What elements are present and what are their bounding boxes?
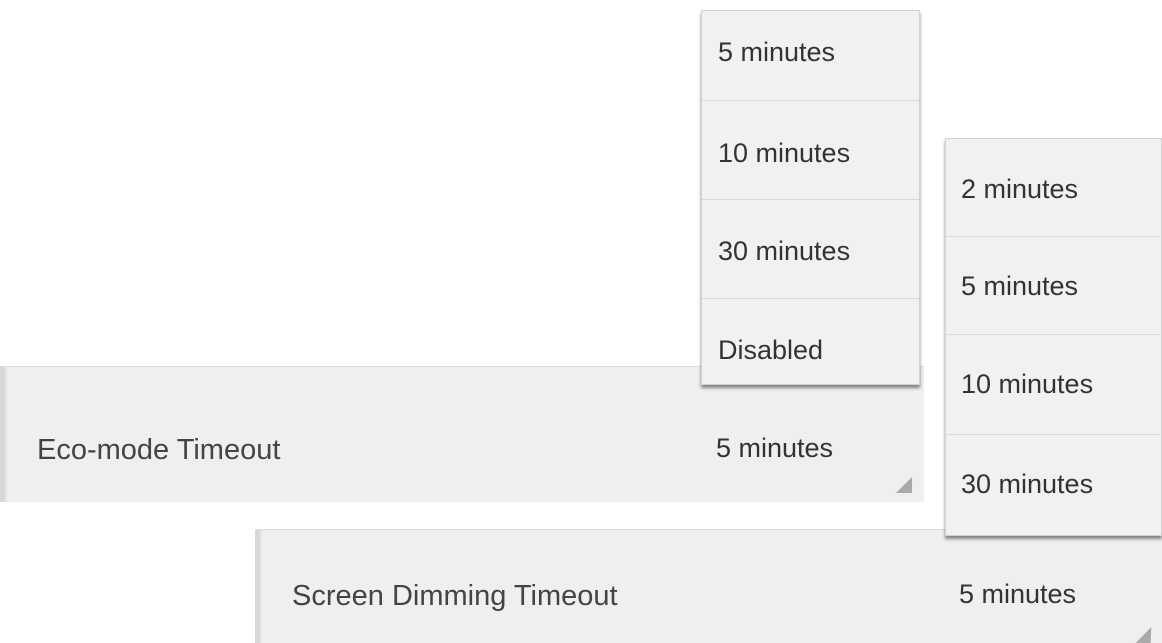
row-edge bbox=[5, 367, 7, 502]
eco-mode-option-disabled[interactable]: Disabled bbox=[702, 299, 919, 385]
option-label: 2 minutes bbox=[961, 174, 1079, 204]
screen-dimming-timeout-row[interactable]: Screen Dimming Timeout 5 minutes bbox=[255, 529, 1162, 643]
screen-dimming-timeout-label: Screen Dimming Timeout bbox=[292, 580, 618, 612]
screen-dimming-option-2-minutes[interactable]: 2 minutes bbox=[946, 139, 1161, 237]
row-edge bbox=[260, 530, 262, 643]
eco-mode-timeout-label: Eco-mode Timeout bbox=[37, 434, 281, 466]
eco-mode-option-10-minutes[interactable]: 10 minutes bbox=[702, 101, 919, 200]
eco-mode-timeout-row[interactable]: Eco-mode Timeout 5 minutes bbox=[0, 366, 924, 502]
option-label: Disabled bbox=[718, 335, 824, 365]
eco-mode-timeout-dropdown[interactable]: 5 minutes 10 minutes 30 minutes Disabled bbox=[701, 10, 920, 385]
settings-stage: Eco-mode Timeout 5 minutes Screen Dimmin… bbox=[0, 0, 1162, 643]
eco-mode-option-30-minutes[interactable]: 30 minutes bbox=[702, 200, 919, 299]
option-label: 5 minutes bbox=[718, 37, 836, 67]
screen-dimming-timeout-dropdown[interactable]: 2 minutes 5 minutes 10 minutes 30 minute… bbox=[945, 138, 1162, 536]
option-label: 5 minutes bbox=[961, 271, 1079, 301]
screen-dimming-option-30-minutes[interactable]: 30 minutes bbox=[946, 435, 1161, 535]
screen-dimming-option-5-minutes[interactable]: 5 minutes bbox=[946, 237, 1161, 335]
eco-mode-option-5-minutes[interactable]: 5 minutes bbox=[702, 11, 919, 101]
screen-dimming-timeout-value[interactable]: 5 minutes bbox=[959, 579, 1076, 610]
option-label: 30 minutes bbox=[718, 236, 851, 266]
option-label: 10 minutes bbox=[718, 138, 851, 168]
spinner-corner-icon bbox=[1134, 627, 1160, 643]
option-label: 30 minutes bbox=[961, 469, 1094, 499]
option-label: 10 minutes bbox=[961, 369, 1094, 399]
screen-dimming-option-10-minutes[interactable]: 10 minutes bbox=[946, 335, 1161, 435]
spinner-corner-icon bbox=[895, 477, 921, 493]
eco-mode-timeout-value[interactable]: 5 minutes bbox=[716, 433, 833, 464]
